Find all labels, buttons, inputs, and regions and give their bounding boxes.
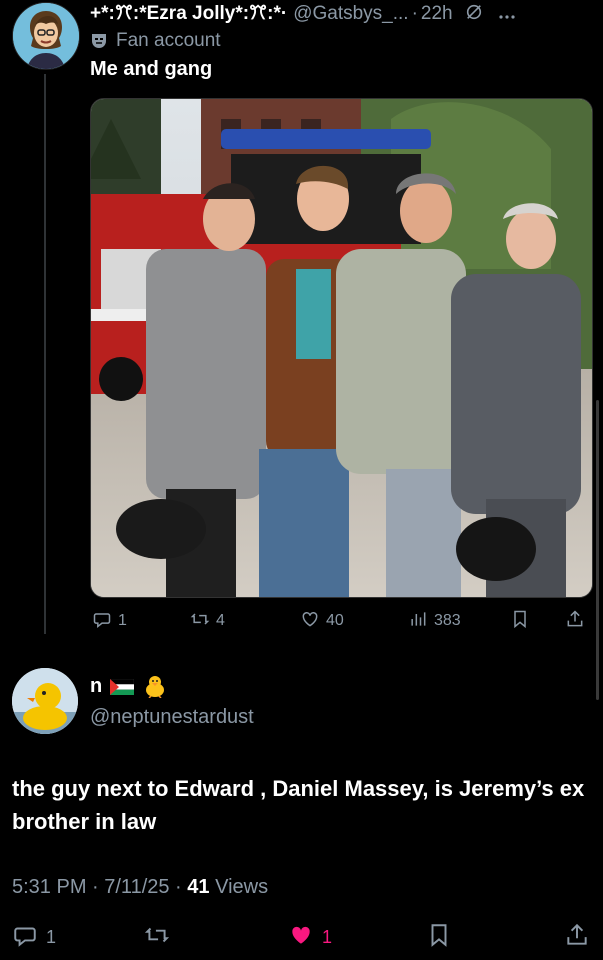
thread-line [44,74,46,634]
reply-icon [92,609,112,634]
more-icon[interactable] [499,4,515,25]
reply-like-count: 1 [322,926,333,947]
timestamp[interactable]: 22h [421,3,453,25]
avatar[interactable] [12,2,80,70]
tweet-text: Me and gang [90,58,213,80]
reply-reply-count: 1 [46,926,57,947]
like-count: 40 [326,612,344,629]
repost-icon [190,609,210,634]
reply-button[interactable]: 1 [92,606,127,636]
reply-share-button[interactable] [564,920,590,954]
share-button[interactable] [565,606,585,636]
repost-icon [144,922,170,953]
views-icon [408,609,428,634]
display-name[interactable]: +*:ꔫ:*Ezra Jolly*:ꔫ:*· [90,3,287,25]
reply-header: n [90,674,168,699]
handle[interactable]: @Gatsbys_... [293,3,408,25]
reply-repost-button[interactable] [144,920,170,954]
reply-views-label: Views [209,876,269,898]
repost-count: 4 [216,612,225,629]
flag-icon [109,678,135,695]
reply-text: the guy next to Edward , Daniel Massey, … [12,776,585,834]
like-icon [288,922,314,953]
repost-button[interactable]: 4 [190,606,225,636]
reply-meta: 5:31 PM · 7/11/25 · 41 Views [12,876,268,899]
reply-like-button[interactable]: 1 [288,920,332,954]
scrollbar[interactable] [596,400,599,700]
reply-icon [12,922,38,953]
reply-avatar[interactable] [12,668,78,734]
separator: · [411,3,418,24]
fan-account-label: Fan account [116,30,221,51]
reply-timestamp[interactable]: 5:31 PM · 7/11/25 · [12,876,187,898]
fan-account-badge: Fan account [90,30,221,52]
chick-emoji-icon [142,674,168,699]
bookmark-icon [510,609,530,634]
views-count: 383 [434,612,461,629]
share-icon [565,609,585,634]
views-button[interactable]: 383 [408,606,461,636]
reply-actions: 1 1 [12,920,592,954]
reply-reply-button[interactable]: 1 [12,920,56,954]
bookmark-button[interactable] [510,606,530,636]
tweet-header: +*:ꔫ:*Ezra Jolly*:ꔫ:*· @Gatsbys_... · 22… [90,2,593,26]
like-button[interactable]: 40 [300,606,344,636]
reply-views-count: 41 [187,876,210,898]
reply-count: 1 [118,612,127,629]
tweet-photo[interactable] [90,98,593,598]
share-icon [564,922,590,953]
like-icon [300,609,320,634]
fan-account-icon [90,33,108,49]
tweet-actions: 1 4 40 383 [90,606,590,636]
reply-handle[interactable]: @neptunestardust [90,706,254,729]
reply-bookmark-button[interactable] [426,920,452,954]
grok-icon[interactable] [465,3,483,26]
reply-display-name[interactable]: n [90,675,102,698]
bookmark-icon [426,922,452,953]
